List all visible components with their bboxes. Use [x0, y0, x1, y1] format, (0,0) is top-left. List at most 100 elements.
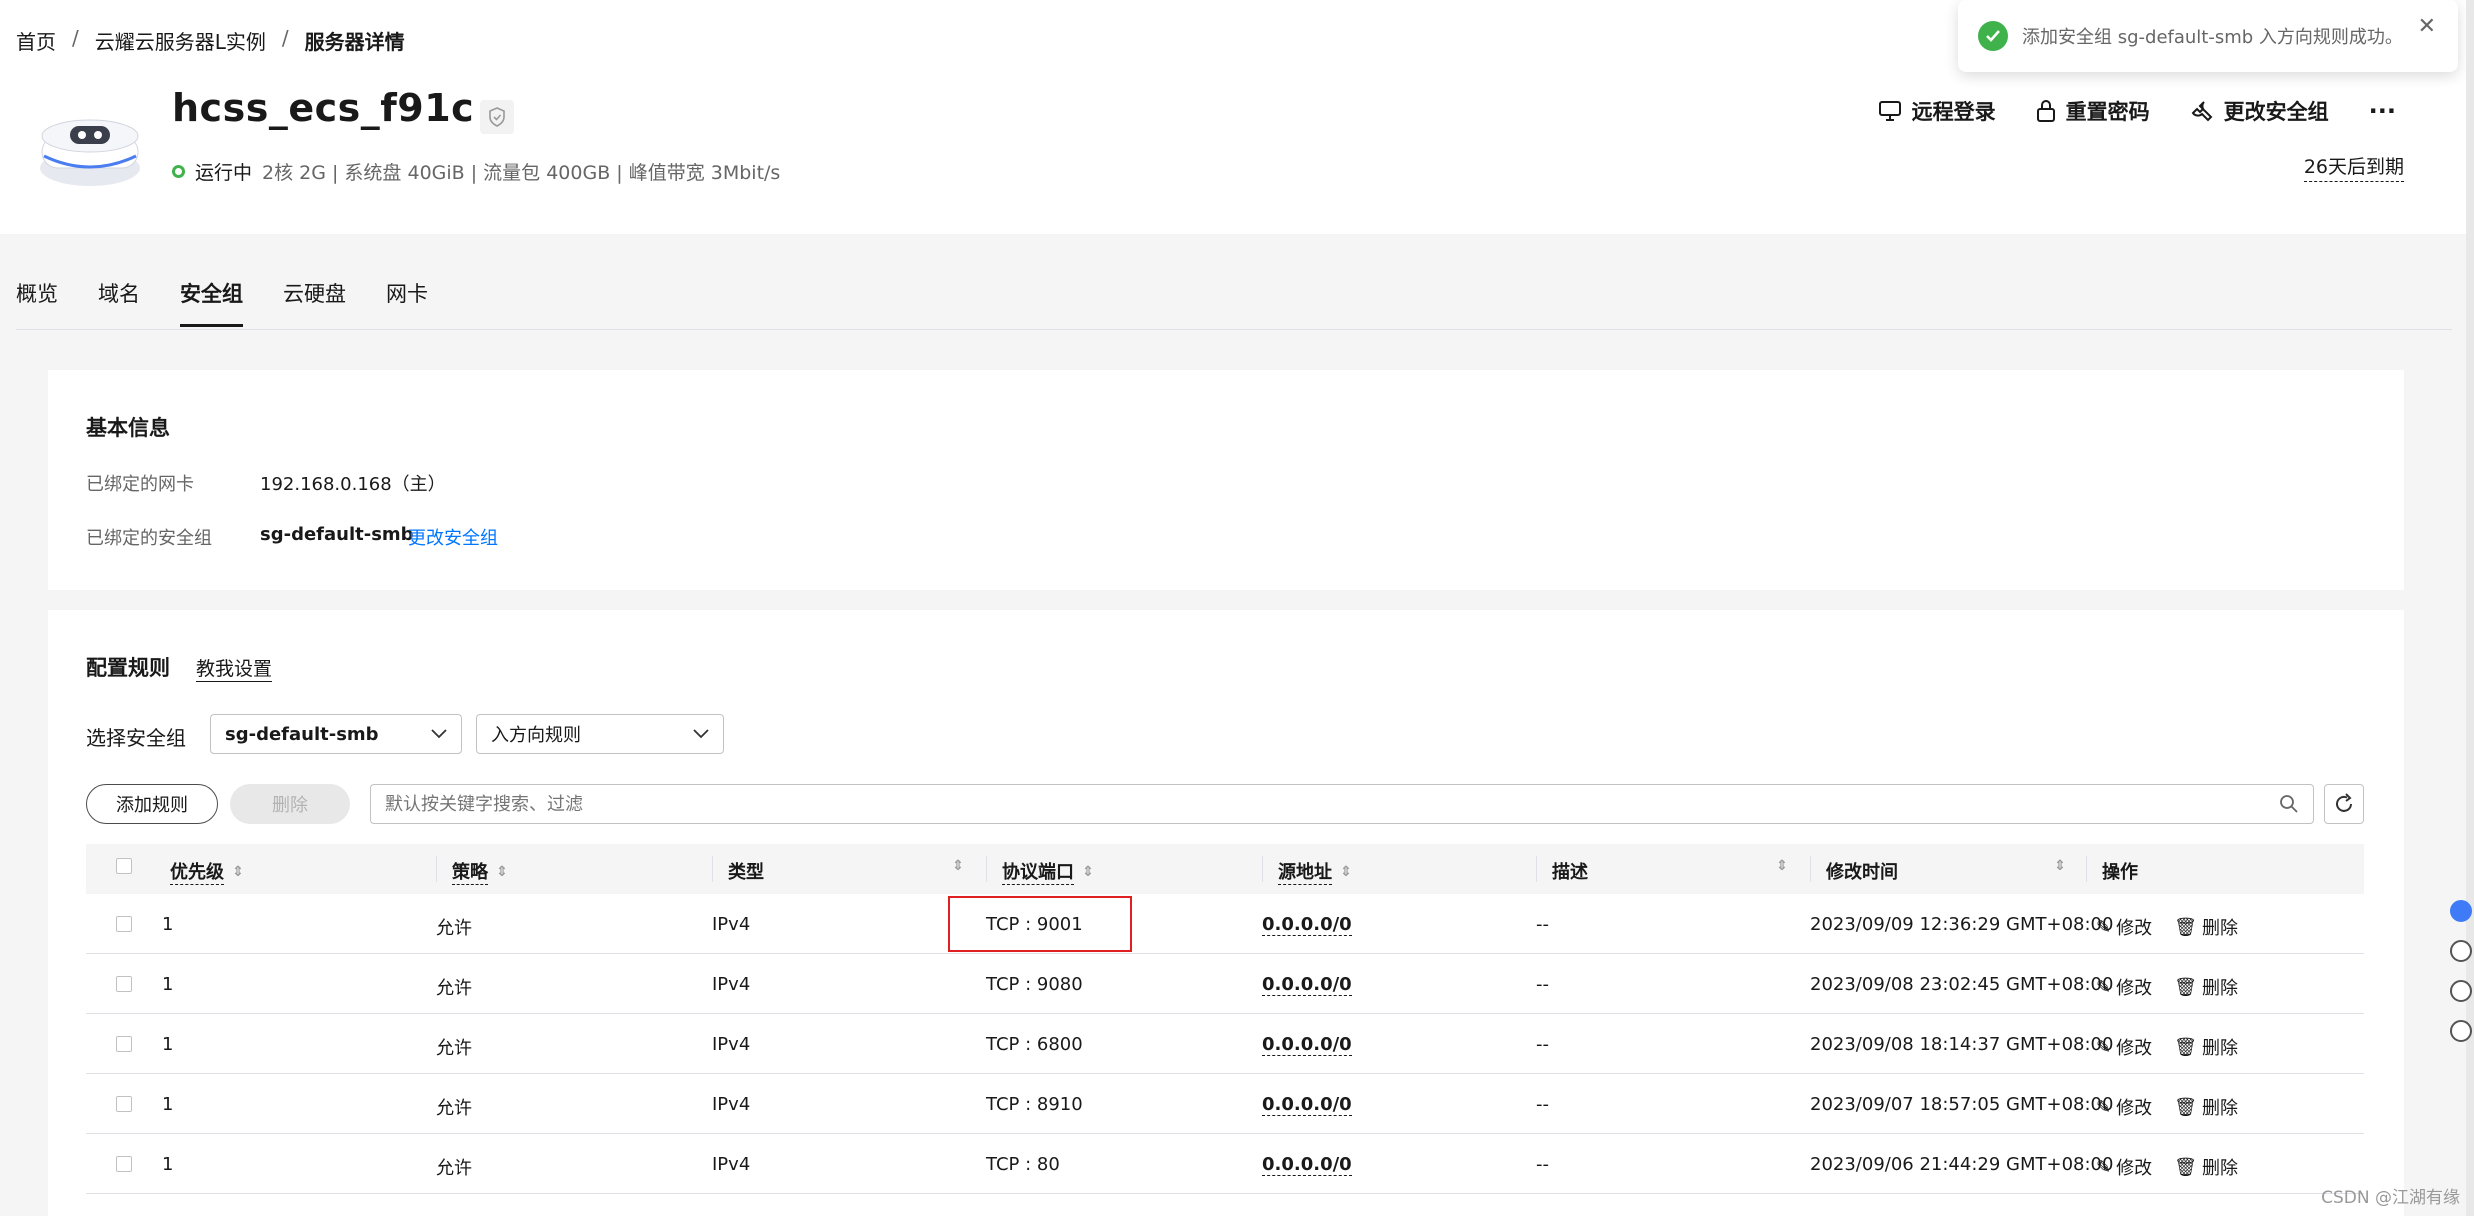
- cell-port: TCP : 8910: [986, 1094, 1083, 1115]
- search-input[interactable]: [385, 793, 2185, 815]
- help-icon[interactable]: [2450, 940, 2472, 962]
- highlight-box: [948, 896, 1132, 952]
- edit-button[interactable]: ✎ 修改: [2096, 914, 2152, 940]
- server-status-line: 运行中 2核 2G | 系统盘 40GiB | 流量包 400GB | 峰值带宽…: [172, 158, 780, 185]
- breadcrumb: 首页 / 云耀云服务器L实例 / 服务器详情: [16, 26, 405, 55]
- breadcrumb-instance[interactable]: 云耀云服务器L实例: [95, 26, 266, 55]
- tab-nic[interactable]: 网卡: [386, 278, 428, 327]
- desc-sort-icon[interactable]: ⇕: [1776, 858, 1788, 874]
- delete-button[interactable]: 🗑 删除: [2174, 1034, 2238, 1060]
- cell-type: IPv4: [712, 1034, 751, 1055]
- direction-select[interactable]: 入方向规则: [476, 714, 724, 754]
- sort-icon: ⇕: [1082, 863, 1094, 880]
- expire-info[interactable]: 26天后到期: [2303, 152, 2404, 182]
- cell-source[interactable]: 0.0.0.0/0: [1262, 914, 1352, 936]
- customer-service-icon[interactable]: [2450, 900, 2472, 922]
- server-name: hcss_ecs_f91c: [172, 86, 475, 130]
- basic-info-title: 基本信息: [86, 416, 170, 440]
- tab-domain[interactable]: 域名: [98, 278, 140, 327]
- breadcrumb-home[interactable]: 首页: [16, 26, 56, 55]
- cell-port: TCP : 9080: [986, 974, 1083, 995]
- toast-message: 添加安全组 sg-default-smb 入方向规则成功。: [2022, 27, 2403, 48]
- cell-ops: ✎ 修改 🗑 删除: [2096, 974, 2238, 1000]
- lock-icon: [2036, 100, 2055, 122]
- cell-desc: --: [1536, 974, 1549, 995]
- delete-button[interactable]: 🗑 删除: [2174, 974, 2238, 1000]
- cell-type: IPv4: [712, 914, 751, 935]
- status-running-icon: [172, 165, 185, 178]
- row-checkbox[interactable]: [116, 1096, 132, 1117]
- trash-icon: 🗑: [2174, 1156, 2197, 1178]
- basic-info-card: 基本信息 已绑定的网卡 192.168.0.168（主） 已绑定的安全组 sg-…: [48, 370, 2404, 590]
- col-port[interactable]: 协议端口 ⇕: [1002, 858, 1094, 885]
- table-row: 1 允许 IPv4 TCP : 9080 0.0.0.0/0 -- 2023/0…: [86, 954, 2364, 1014]
- tab-overview[interactable]: 概览: [16, 278, 58, 327]
- cell-source[interactable]: 0.0.0.0/0: [1262, 1034, 1352, 1056]
- watermark: CSDN @江湖有缘: [2321, 1188, 2460, 1208]
- cell-priority: 1: [162, 1034, 174, 1055]
- pencil-icon: ✎: [2096, 1156, 2112, 1178]
- cell-ops: ✎ 修改 🗑 删除: [2096, 914, 2238, 940]
- cell-time: 2023/09/09 12:36:29 GMT+08:00: [1810, 914, 2114, 935]
- row-checkbox[interactable]: [116, 976, 132, 997]
- reset-password-button[interactable]: 重置密码: [2036, 96, 2150, 126]
- table-row: 1 允许 IPv4 TCP : 8910 0.0.0.0/0 -- 2023/0…: [86, 1074, 2364, 1134]
- edit-button[interactable]: ✎ 修改: [2096, 1154, 2152, 1180]
- tab-security-group[interactable]: 安全组: [180, 278, 243, 327]
- edit-button[interactable]: ✎ 修改: [2096, 1034, 2152, 1060]
- delete-button[interactable]: 🗑 删除: [2174, 1094, 2238, 1120]
- delete-button[interactable]: 🗑 删除: [2174, 914, 2238, 940]
- pencil-icon: ✎: [2096, 1096, 2112, 1118]
- row-checkbox[interactable]: [116, 916, 132, 937]
- trash-icon: 🗑: [2174, 976, 2197, 998]
- cell-desc: --: [1536, 1154, 1549, 1175]
- sg-label: 已绑定的安全组: [86, 528, 212, 549]
- cell-type: IPv4: [712, 1094, 751, 1115]
- table-row: 1 允许 IPv4 TCP : 9001 0.0.0.0/0 -- 2023/0…: [86, 894, 2364, 954]
- cell-policy: 允许: [436, 1158, 472, 1179]
- row-checkbox[interactable]: [116, 1036, 132, 1057]
- refresh-button[interactable]: [2324, 784, 2364, 824]
- tabs-divider: [16, 329, 2452, 330]
- chevron-down-icon: [431, 729, 447, 739]
- cell-time: 2023/09/08 18:14:37 GMT+08:00: [1810, 1034, 2114, 1055]
- delete-button[interactable]: 🗑 删除: [2174, 1154, 2238, 1180]
- col-priority[interactable]: 优先级 ⇕: [170, 858, 244, 885]
- cell-source[interactable]: 0.0.0.0/0: [1262, 1094, 1352, 1116]
- cell-time: 2023/09/07 18:57:05 GMT+08:00: [1810, 1094, 2114, 1115]
- cell-time: 2023/09/08 23:02:45 GMT+08:00: [1810, 974, 2114, 995]
- edit-button[interactable]: ✎ 修改: [2096, 974, 2152, 1000]
- security-group-select[interactable]: sg-default-smb: [210, 714, 462, 754]
- pencil-icon: ✎: [2096, 916, 2112, 938]
- change-security-group-button[interactable]: 更改安全组: [2190, 96, 2329, 126]
- cell-source[interactable]: 0.0.0.0/0: [1262, 974, 1352, 996]
- smile-icon[interactable]: [2450, 1020, 2472, 1042]
- col-desc: 描述: [1552, 862, 1588, 883]
- type-sort-icon[interactable]: ⇕: [952, 858, 964, 874]
- rules-title: 配置规则: [86, 656, 170, 680]
- remote-login-button[interactable]: 远程登录: [1878, 96, 1996, 126]
- select-all-checkbox[interactable]: [116, 858, 132, 874]
- time-sort-icon[interactable]: ⇕: [2054, 858, 2066, 874]
- tab-cloud-disk[interactable]: 云硬盘: [283, 278, 346, 327]
- col-policy[interactable]: 策略 ⇕: [452, 858, 508, 885]
- wrench-icon: [2191, 101, 2213, 122]
- delete-rule-button[interactable]: 删除: [230, 784, 350, 824]
- more-actions-button[interactable]: ···: [2369, 97, 2396, 125]
- cell-desc: --: [1536, 914, 1549, 935]
- nic-label: 已绑定的网卡: [86, 474, 194, 495]
- col-source[interactable]: 源地址 ⇕: [1278, 858, 1352, 885]
- shield-icon[interactable]: [480, 100, 514, 134]
- cell-source[interactable]: 0.0.0.0/0: [1262, 1154, 1352, 1176]
- add-rule-button[interactable]: 添加规则: [86, 784, 218, 824]
- feedback-icon[interactable]: [2450, 980, 2472, 1002]
- teach-me-link[interactable]: 教我设置: [196, 654, 273, 682]
- sg-value: sg-default-smb: [260, 524, 414, 545]
- edit-button[interactable]: ✎ 修改: [2096, 1094, 2152, 1120]
- change-sg-link[interactable]: 更改安全组: [408, 524, 498, 550]
- col-ops: 操作: [2102, 862, 2138, 883]
- success-check-icon: [1978, 21, 2008, 51]
- cell-type: IPv4: [712, 974, 751, 995]
- row-checkbox[interactable]: [116, 1156, 132, 1177]
- close-icon[interactable]: ✕: [2418, 14, 2436, 39]
